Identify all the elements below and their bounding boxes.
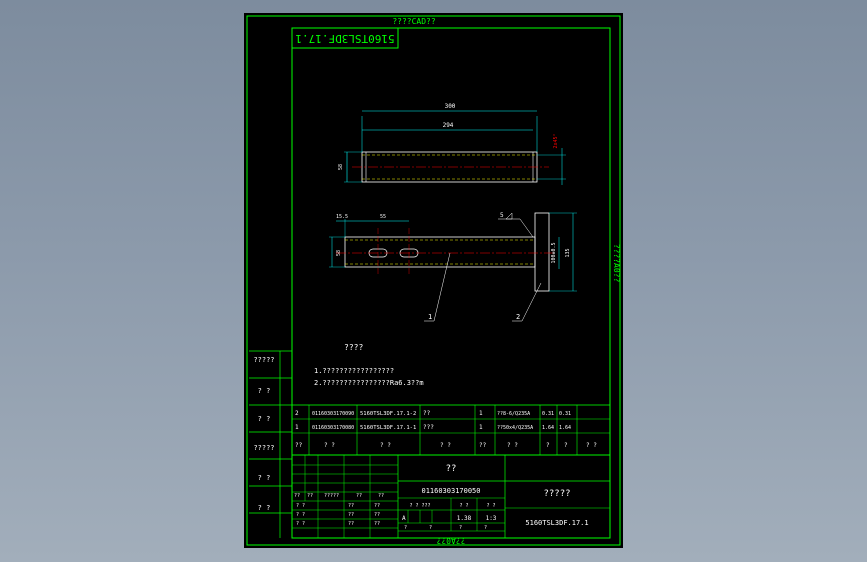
svg-text:??: ?? [307, 493, 313, 499]
callout-2: 2 [516, 313, 520, 321]
bom-row-2: 1 01160303170080 5160TSL3DF.17.1-1 ??? 1… [295, 424, 571, 431]
company-name: ????? [543, 489, 570, 499]
svg-text:??: ?? [374, 503, 380, 509]
svg-text:?: ? [459, 525, 462, 531]
notes-line-2: 2.????????????????Ra6.3??m [314, 379, 424, 387]
stage-mark: A [402, 515, 406, 522]
dim-flange-width: 100±0.5 [551, 242, 557, 263]
svg-text:?: ? [429, 525, 432, 531]
dim-left-offset: 15.5 [336, 214, 348, 220]
left-label-2: ? ? [258, 387, 271, 395]
svg-text:?: ? [546, 442, 550, 449]
flange-plate [534, 212, 550, 292]
svg-text:1.64: 1.64 [559, 425, 571, 431]
drawing-no-stamp: 5160TSL3DF.17.1 [295, 32, 394, 45]
svg-text:???: ??? [421, 503, 430, 509]
left-label-4: ????? [253, 444, 274, 452]
dim-inner: 294 [443, 122, 454, 129]
notes-title: ???? [344, 343, 363, 352]
cad-drawing: ????CAD?? ??A0?? ????A0?? 5160TSL3DF.17.… [246, 15, 621, 546]
svg-text:??: ?? [295, 442, 303, 449]
dim-slot-pitch: 55 [380, 214, 386, 220]
svg-text:? ?: ? ? [324, 442, 335, 449]
svg-text:5160TSL3DF.17.1-1: 5160TSL3DF.17.1-1 [360, 425, 416, 431]
title-block: ?? ?? ????? ?? ?? ? ? ?? ?? ? ? ?? ?? ? … [291, 454, 611, 539]
svg-text:0.31: 0.31 [542, 411, 554, 417]
bottom-title: ??A0?? [436, 536, 465, 545]
svg-text:1: 1 [479, 424, 483, 431]
svg-text:??: ?? [348, 521, 354, 527]
svg-text:01160303170090: 01160303170090 [312, 411, 354, 417]
svg-text:1: 1 [295, 424, 299, 431]
svg-text:1: 1 [479, 410, 483, 417]
svg-text:??8-6/Q235A: ??8-6/Q235A [497, 411, 530, 417]
part-name: ?? [446, 464, 457, 474]
drawing-sheet: ????CAD?? ??A0?? ????A0?? 5160TSL3DF.17.… [244, 13, 623, 548]
bracket-tube [344, 236, 536, 268]
left-label-6: ? ? [258, 504, 271, 512]
svg-text:? ?: ? ? [507, 442, 518, 449]
part-code: 01160303170050 [421, 487, 480, 495]
left-label-1: ????? [253, 356, 274, 364]
svg-text:1.64: 1.64 [542, 425, 554, 431]
top-view: 300 294 58 2x45° [338, 103, 566, 185]
svg-text:? ?: ? ? [296, 512, 305, 518]
svg-text:2: 2 [295, 410, 299, 417]
svg-text:01160303170080: 01160303170080 [312, 425, 354, 431]
left-column: ????? ? ? ? ? ????? ? ? ? ? [249, 350, 292, 538]
svg-text:? ?: ? ? [380, 442, 391, 449]
dim-chamfer: 2x45° [553, 133, 559, 148]
svg-text:0.31: 0.31 [559, 411, 571, 417]
svg-text:?: ? [484, 525, 487, 531]
left-label-5: ? ? [258, 474, 271, 482]
weld-size: 5 [500, 212, 504, 219]
bom-row-1: 2 01160303170090 5160TSL3DF.17.1-2 ?? 1 … [295, 410, 571, 417]
svg-text:??: ?? [348, 503, 354, 509]
svg-text:??: ?? [378, 493, 384, 499]
svg-text:? ?: ? ? [586, 442, 597, 449]
svg-text:??: ?? [423, 410, 431, 417]
dim-height-bottom: 58 [336, 250, 342, 256]
svg-text:5160TSL3DF.17.1-2: 5160TSL3DF.17.1-2 [360, 411, 416, 417]
svg-text:??: ?? [356, 493, 362, 499]
left-label-3: ? ? [258, 415, 271, 423]
svg-text:? ?: ? ? [440, 442, 451, 449]
callout-1: 1 [428, 313, 432, 321]
svg-text:???: ??? [423, 424, 434, 431]
svg-text:??: ?? [374, 521, 380, 527]
bottom-view: 15.5 55 58 100±0.5 135 5 1 2 [329, 212, 577, 322]
svg-text:??: ?? [374, 512, 380, 518]
dim-flange-height: 135 [565, 248, 571, 257]
svg-text:?????: ????? [324, 493, 339, 499]
svg-text:? ?: ? ? [409, 503, 418, 509]
weld-symbol-icon [505, 212, 513, 220]
svg-text:?: ? [564, 442, 568, 449]
svg-text:??: ?? [294, 493, 300, 499]
dim-height-top: 58 [338, 164, 344, 170]
svg-text:? ?: ? ? [459, 503, 468, 509]
svg-text:? ?: ? ? [296, 521, 305, 527]
weight: 1.38 [457, 515, 472, 522]
top-title: ????CAD?? [392, 17, 436, 26]
svg-text:?: ? [404, 525, 407, 531]
notes-line-1: 1.????????????????? [314, 367, 394, 375]
svg-text:??50x4/Q235A: ??50x4/Q235A [497, 425, 533, 431]
side-title: ????A0?? [612, 244, 621, 283]
bom-table: 2 01160303170090 5160TSL3DF.17.1-2 ?? 1 … [291, 404, 611, 456]
svg-text:? ?: ? ? [296, 503, 305, 509]
bom-header: ?? ? ? ? ? ? ? ?? ? ? ? ? ? ? [295, 442, 597, 449]
svg-text:??: ?? [348, 512, 354, 518]
svg-text:? ?: ? ? [486, 503, 495, 509]
scale: 1:3 [486, 515, 497, 522]
outer-frame [246, 15, 621, 546]
dim-overall: 300 [445, 103, 456, 110]
svg-text:??: ?? [479, 442, 487, 449]
drawing-number: 5160TSL3DF.17.1 [525, 519, 588, 527]
